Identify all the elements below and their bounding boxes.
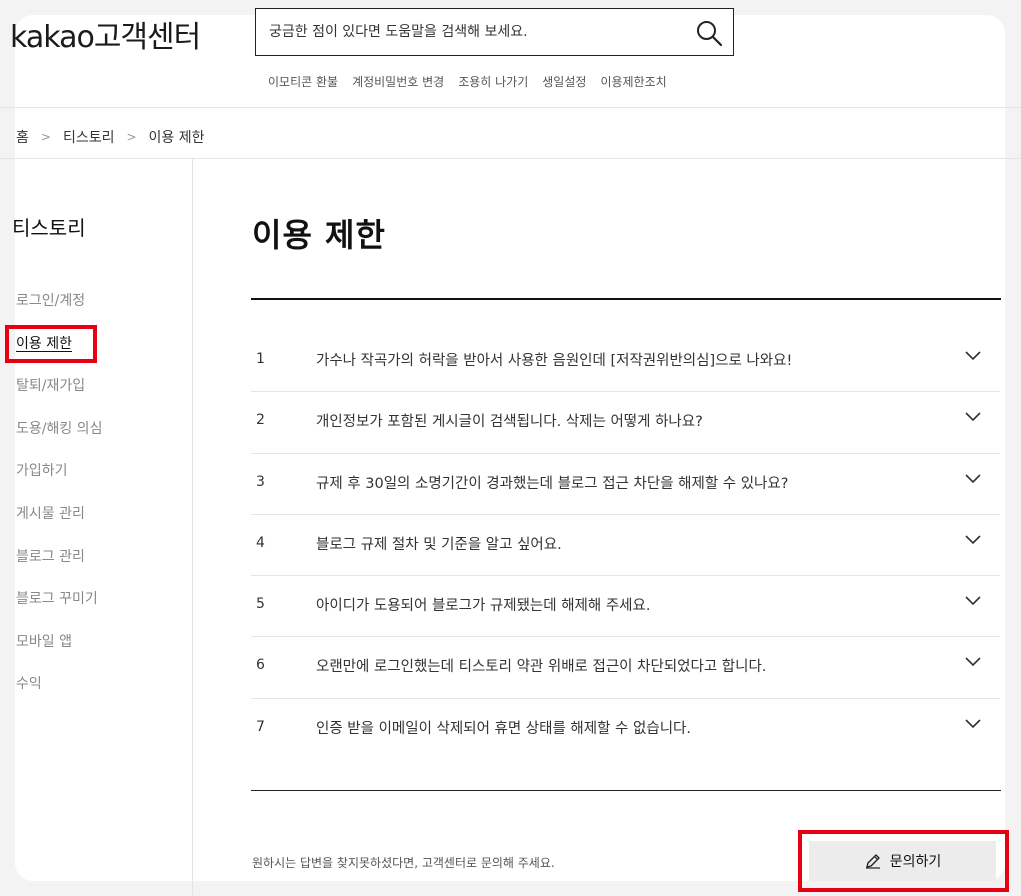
faq-number: 5 [256, 596, 265, 613]
chevron-right-icon: > [126, 130, 137, 144]
faq-item[interactable]: 3 규제 후 30일의 소명기간이 경과했는데 블로그 접근 차단을 해제할 수… [251, 454, 1000, 515]
chevron-right-icon: > [40, 130, 51, 144]
breadcrumb-tistory[interactable]: 티스토리 [63, 127, 115, 147]
faq-number: 1 [256, 351, 265, 367]
faq-item[interactable]: 2 개인정보가 포함된 게시글이 검색됩니다. 삭제는 어떻게 하나요? [251, 392, 1000, 454]
faq-question: 인증 받을 이메일이 삭제되어 휴면 상태를 해제할 수 없습니다. [316, 720, 691, 737]
highlight-box-sidebar [5, 325, 97, 363]
quick-link-password-change[interactable]: 계정비밀번호 변경 [352, 73, 444, 90]
footer-note: 원하시는 답변을 찾지못하셨다면, 고객센터로 문의해 주세요. [252, 856, 555, 870]
chevron-down-icon[interactable] [964, 715, 982, 733]
sidebar-item-hacking[interactable]: 도용/해킹 의심 [16, 418, 102, 461]
kakao-logo[interactable]: kakao고객센터 [10, 12, 201, 56]
sidebar-item-signup[interactable]: 가입하기 [16, 460, 102, 503]
faq-question: 아이디가 도용되어 블로그가 규제됐는데 해제해 주세요. [316, 598, 651, 615]
faq-question: 가수나 작곡가의 허락을 받아서 사용한 음원인데 [저작권위반의심]으로 나와… [316, 353, 793, 369]
quick-link-restriction[interactable]: 이용제한조치 [600, 73, 666, 90]
faq-question: 블로그 규제 절차 및 기준을 알고 싶어요. [316, 536, 562, 553]
sidebar-item-withdraw-rejoin[interactable]: 탈퇴/재가입 [16, 375, 102, 418]
breadcrumb-divider [0, 158, 1021, 159]
sidebar-item-blog-decorate[interactable]: 블로그 꾸미기 [16, 588, 102, 631]
sidebar-item-revenue[interactable]: 수익 [16, 673, 102, 716]
page-title: 이용 제한 [252, 216, 386, 254]
faq-item[interactable]: 4 블로그 규제 절차 및 기준을 알고 싶어요. [251, 515, 1000, 577]
chevron-down-icon[interactable] [964, 592, 982, 610]
breadcrumb-current: 이용 제한 [148, 130, 205, 146]
breadcrumb-home[interactable]: 홈 [16, 127, 29, 147]
faq-number: 7 [256, 718, 265, 735]
faq-item[interactable]: 6 오랜만에 로그인했는데 티스토리 약관 위배로 접근이 차단되었다고 합니다… [251, 637, 1000, 699]
chevron-down-icon[interactable] [964, 470, 982, 488]
breadcrumb: 홈 > 티스토리 > 이용 제한 [16, 127, 205, 147]
quick-link-birthday[interactable]: 생일설정 [542, 73, 586, 90]
faq-item[interactable]: 5 아이디가 도용되어 블로그가 규제됐는데 해제해 주세요. [251, 576, 1000, 638]
title-divider [251, 298, 1001, 300]
faq-list: 1 가수나 작곡가의 허락을 받아서 사용한 음원인데 [저작권위반의심]으로 … [251, 331, 1000, 760]
quick-link-quiet-leave[interactable]: 조용히 나가기 [458, 73, 528, 90]
faq-question: 개인정보가 포함된 게시글이 검색됩니다. 삭제는 어떻게 하나요? [316, 414, 703, 431]
header-divider [0, 107, 1021, 108]
sidebar-item-blog-manage[interactable]: 블로그 관리 [16, 546, 102, 589]
faq-number: 3 [256, 473, 265, 490]
chevron-down-icon[interactable] [964, 531, 982, 549]
sidebar-divider [192, 159, 193, 896]
search-box [255, 8, 734, 56]
faq-number: 6 [256, 657, 265, 674]
search-icon[interactable] [695, 19, 723, 47]
faq-number: 4 [256, 534, 265, 551]
chevron-down-icon[interactable] [964, 347, 982, 365]
quick-link-emoticon-refund[interactable]: 이모티콘 환불 [268, 73, 338, 90]
faq-question: 오랜만에 로그인했는데 티스토리 약관 위배로 접근이 차단되었다고 합니다. [316, 659, 767, 676]
faq-item[interactable]: 1 가수나 작곡가의 허락을 받아서 사용한 음원인데 [저작권위반의심]으로 … [251, 331, 1000, 393]
faq-bottom-divider [251, 790, 1001, 791]
quick-links: 이모티콘 환불 계정비밀번호 변경 조용히 나가기 생일설정 이용제한조치 [268, 73, 667, 90]
search-input[interactable] [256, 9, 676, 55]
sidebar-item-mobile-app[interactable]: 모바일 앱 [16, 631, 102, 674]
faq-item[interactable]: 7 인증 받을 이메일이 삭제되어 휴면 상태를 해제할 수 없습니다. [251, 699, 1000, 760]
faq-question: 규제 후 30일의 소명기간이 경과했는데 블로그 접근 차단을 해제할 수 있… [316, 475, 789, 492]
sidebar-item-post-manage[interactable]: 게시물 관리 [16, 503, 102, 546]
sidebar-title: 티스토리 [12, 216, 86, 240]
chevron-down-icon[interactable] [964, 408, 982, 426]
highlight-box-inquiry [798, 830, 1009, 892]
chevron-down-icon[interactable] [964, 653, 982, 671]
faq-number: 2 [256, 412, 265, 429]
